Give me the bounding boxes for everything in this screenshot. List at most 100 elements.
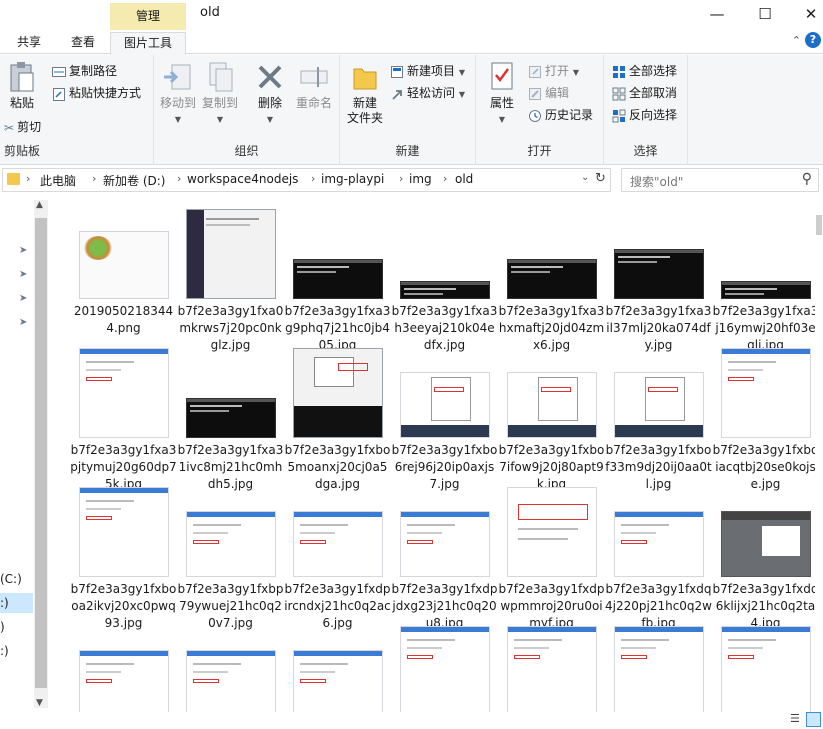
file-item[interactable]: 20190502183444.png [70,207,177,345]
file-thumbnail [78,348,169,438]
copy-to-icon [209,62,233,92]
nav-drive-label: :) [0,644,9,658]
open-button[interactable]: 打开 ▼ [528,61,579,81]
file-list-scroll-thumb[interactable] [816,215,822,235]
context-tab-manage[interactable]: 管理 [110,3,186,30]
chevron-right-icon[interactable]: › [177,172,181,185]
file-item[interactable]: b7f2e3a3gy1fxa3g9phq7j21hc0jb405.jpg [284,207,391,352]
rename-button[interactable]: 重命名 [292,61,336,111]
file-item[interactable] [498,624,605,715]
scroll-up-icon[interactable]: ▲ [36,200,43,210]
pin-icon[interactable]: ➤ [19,317,27,328]
file-item[interactable]: b7f2e3a3gy1fxdpjdxg23j21hc0q20u8.jpg [391,485,498,630]
chevron-right-icon[interactable]: › [443,172,447,185]
group-label-clipboard: 剪贴板 [4,144,41,158]
copy-to-button[interactable]: 复制到 ▼ [200,61,240,127]
tab-picture-tools[interactable]: 图片工具 [110,32,186,55]
tab-view[interactable]: 查看 [62,32,104,54]
move-to-button[interactable]: 移动到 ▼ [158,61,198,127]
file-item[interactable] [391,624,498,715]
breadcrumb-drive-d[interactable]: 新加卷 (D:) [103,172,165,189]
paste-shortcut-button[interactable]: 粘贴快捷方式 [52,83,141,103]
file-item[interactable] [70,624,177,715]
help-icon[interactable]: ? [805,32,821,48]
group-select: 全部选择 全部取消 反向选择 选择 [604,55,688,165]
close-icon: ✕ [804,5,818,23]
chevron-down-icon[interactable]: ⌄ [581,172,589,183]
chevron-right-icon[interactable]: › [92,172,96,185]
file-item[interactable]: b7f2e3a3gy1fxdq4j220pj21hc0q2wfb.jpg [605,485,712,630]
new-folder-button[interactable]: 新建 文件夹 [344,61,386,126]
nav-scroll-thumb[interactable] [35,218,47,688]
copy-path-button[interactable]: 复制路径 [52,61,117,81]
address-bar[interactable]: › 此电脑 › 新加卷 (D:) › workspace4nodejs › im… [2,168,611,192]
file-item[interactable]: b7f2e3a3gy1fxa3pjtymuj20g60dp75k.jpg [70,346,177,491]
chevron-right-icon[interactable]: › [26,172,30,185]
search-icon[interactable]: ⚲ [802,171,812,187]
file-item[interactable] [712,624,819,715]
close-button[interactable]: ✕ [788,0,823,30]
file-thumbnail [506,259,597,299]
file-item[interactable]: b7f2e3a3gy1fxbp79ywuej21hc0q20v7.jpg [177,485,284,630]
minimize-button[interactable]: — [694,0,740,30]
history-button[interactable]: 历史记录 [528,105,593,125]
nav-scrollbar[interactable]: ▲ ▼ [34,200,48,708]
chevron-up-icon[interactable]: ⌃ [792,34,801,47]
pin-icon[interactable]: ➤ [19,293,27,304]
large-icons-view-icon[interactable] [806,712,821,727]
file-item[interactable]: b7f2e3a3gy1fxa3j16ymwj20hf03eglj.jpg [712,207,819,352]
file-item[interactable]: b7f2e3a3gy1fxdpircndxj21hc0q2ac6.jpg [284,485,391,630]
easy-access-button[interactable]: 轻松访问 ▼ [390,83,465,103]
file-item[interactable]: b7f2e3a3gy1fxa31ivc8mj21hc0mhdh5.jpg [177,346,284,491]
file-item[interactable]: b7f2e3a3gy1fxboiacqtbj20se0kojse.jpg [712,346,819,491]
maximize-button[interactable]: ☐ [742,0,788,30]
file-item[interactable]: b7f2e3a3gy1fxa0mkrws7j20pc0nkglz.jpg [177,207,284,352]
file-thumbnail [78,231,169,299]
file-item[interactable]: b7f2e3a3gy1fxa3h3eeyaj210k04edfx.jpg [391,207,498,352]
chevron-right-icon[interactable]: › [399,172,403,185]
select-all-button[interactable]: 全部选择 [612,61,677,81]
invert-selection-button[interactable]: 反向选择 [612,105,677,125]
new-item-button[interactable]: 新建项目 ▼ [390,61,465,81]
chevron-right-icon[interactable]: › [311,172,315,185]
file-item[interactable]: b7f2e3a3gy1fxbo7ifow9j20j80apt9k.jpg [498,346,605,491]
file-list-scrollbar[interactable] [815,195,823,715]
tab-share[interactable]: 共享 [8,32,50,54]
breadcrumb-workspace[interactable]: workspace4nodejs [187,172,298,186]
file-item[interactable]: b7f2e3a3gy1fxbooa2ikvj20xc0pwq93.jpg [70,485,177,630]
pin-icon[interactable]: ➤ [19,269,27,280]
paste-button[interactable]: 粘贴 [4,61,40,111]
breadcrumb-img[interactable]: img [409,172,432,186]
file-item[interactable]: b7f2e3a3gy1fxbof33m9dj20ij0aa0tl.jpg [605,346,712,491]
nav-drive-d[interactable]: :) [0,593,33,613]
pin-icon[interactable]: ➤ [19,245,27,256]
file-item[interactable]: b7f2e3a3gy1fxa3hxmaftj20jd04zmx6.jpg [498,207,605,352]
refresh-icon[interactable]: ↻ [595,171,606,186]
file-name: 20190502183444.png [73,304,174,335]
properties-button[interactable]: 属性 ▼ [482,61,522,127]
nav-drive-e[interactable]: ) [0,617,33,637]
scroll-down-icon[interactable]: ▼ [36,698,43,708]
nav-drive-f[interactable]: :) [0,641,33,661]
search-box[interactable]: 搜索"old" ⚲ [621,168,819,192]
file-item[interactable] [284,624,391,715]
file-item[interactable]: b7f2e3a3gy1fxa3il37mlj20ka074dfy.jpg [605,207,712,352]
breadcrumb-this-pc[interactable]: 此电脑 [40,172,76,189]
minimize-icon: — [709,5,725,23]
file-item[interactable]: b7f2e3a3gy1fxdq6klijxj21hc0q2ta4.jpg [712,485,819,630]
file-item[interactable]: b7f2e3a3gy1fxdpwpmmroj20ru0oimyf.jpg [498,485,605,630]
file-item[interactable]: b7f2e3a3gy1fxbo5moanxj20cj0a5dga.jpg [284,346,391,491]
delete-button[interactable]: 删除 ▼ [250,61,290,127]
file-item[interactable] [605,624,712,715]
new-folder-label-2: 文件夹 [346,111,383,125]
cut-button[interactable]: ✂ 剪切 [4,117,41,137]
details-view-icon[interactable]: ☰ [790,712,800,725]
edit-button[interactable]: 编辑 [528,83,569,103]
nav-drive-c[interactable]: (C:) [0,569,33,589]
breadcrumb-old[interactable]: old [455,172,473,186]
breadcrumb-img-playpi[interactable]: img-playpi [321,172,384,186]
clipboard-icon [10,62,34,92]
file-item[interactable] [177,624,284,715]
select-none-button[interactable]: 全部取消 [612,83,677,103]
file-item[interactable]: b7f2e3a3gy1fxbo6rej96j20ip0axjs7.jpg [391,346,498,491]
